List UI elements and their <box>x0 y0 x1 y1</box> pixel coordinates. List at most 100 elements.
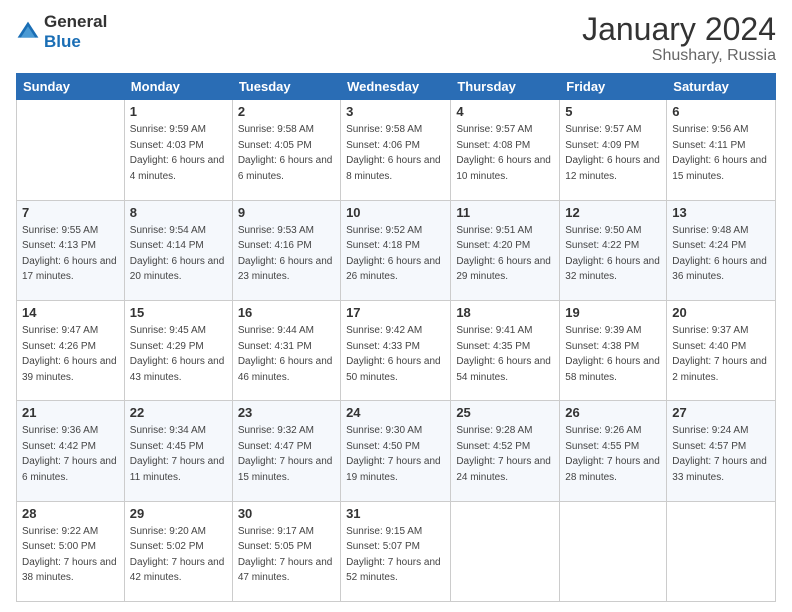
day-info: Sunrise: 9:32 AMSunset: 4:47 PMDaylight:… <box>238 425 333 483</box>
col-header-sunday: Sunday <box>17 74 125 100</box>
page: General Blue January 2024 Shushary, Russ… <box>0 0 792 612</box>
calendar-cell: 27 Sunrise: 9:24 AMSunset: 4:57 PMDayligh… <box>667 401 776 501</box>
calendar-cell <box>560 501 667 601</box>
day-number: 24 <box>346 404 445 422</box>
day-info: Sunrise: 9:58 AMSunset: 4:06 PMDaylight:… <box>346 124 441 182</box>
calendar-cell: 11 Sunrise: 9:51 AMSunset: 4:20 PMDayligh… <box>451 200 560 300</box>
day-number: 21 <box>22 404 119 422</box>
day-info: Sunrise: 9:57 AMSunset: 4:09 PMDaylight:… <box>565 124 660 182</box>
day-info: Sunrise: 9:41 AMSunset: 4:35 PMDaylight:… <box>456 325 551 383</box>
day-info: Sunrise: 9:51 AMSunset: 4:20 PMDaylight:… <box>456 225 551 283</box>
calendar-cell: 4Sunrise: 9:57 AMSunset: 4:08 PMDaylight… <box>451 100 560 200</box>
title-section: January 2024 Shushary, Russia <box>582 12 776 65</box>
calendar-cell: 3 Sunrise: 9:58 AMSunset: 4:06 PMDaylight… <box>341 100 451 200</box>
day-number: 27 <box>672 404 770 422</box>
day-info: Sunrise: 9:20 AMSunset: 5:02 PMDaylight:… <box>130 526 225 584</box>
calendar-cell <box>451 501 560 601</box>
calendar-cell: 1Sunrise: 9:59 AMSunset: 4:03 PMDaylight… <box>124 100 232 200</box>
calendar-cell: 6Sunrise: 9:56 AMSunset: 4:11 PMDaylight… <box>667 100 776 200</box>
day-number: 16 <box>238 304 335 322</box>
logo: General Blue <box>16 12 107 51</box>
day-number: 22 <box>130 404 227 422</box>
day-number: 8 <box>130 204 227 222</box>
day-number: 15 <box>130 304 227 322</box>
calendar-cell: 2 Sunrise: 9:58 AMSunset: 4:05 PMDaylight… <box>232 100 340 200</box>
day-info: Sunrise: 9:26 AMSunset: 4:55 PMDaylight:… <box>565 425 660 483</box>
calendar-cell: 20 Sunrise: 9:37 AMSunset: 4:40 PMDayligh… <box>667 300 776 400</box>
calendar-cell: 31 Sunrise: 9:15 AMSunset: 5:07 PMDayligh… <box>341 501 451 601</box>
calendar-cell: 7 Sunrise: 9:55 AMSunset: 4:13 PMDaylight… <box>17 200 125 300</box>
calendar-cell: 16Sunrise: 9:44 AMSunset: 4:31 PMDayligh… <box>232 300 340 400</box>
week-row-4: 21Sunrise: 9:36 AMSunset: 4:42 PMDayligh… <box>17 401 776 501</box>
calendar-cell: 22 Sunrise: 9:34 AMSunset: 4:45 PMDayligh… <box>124 401 232 501</box>
day-number: 12 <box>565 204 661 222</box>
day-info: Sunrise: 9:55 AMSunset: 4:13 PMDaylight:… <box>22 225 117 283</box>
day-info: Sunrise: 9:48 AMSunset: 4:24 PMDaylight:… <box>672 225 767 283</box>
day-number: 19 <box>565 304 661 322</box>
col-header-wednesday: Wednesday <box>341 74 451 100</box>
calendar-cell <box>17 100 125 200</box>
calendar-cell: 24Sunrise: 9:30 AMSunset: 4:50 PMDayligh… <box>341 401 451 501</box>
day-number: 14 <box>22 304 119 322</box>
calendar-cell: 23 Sunrise: 9:32 AMSunset: 4:47 PMDayligh… <box>232 401 340 501</box>
calendar-table: SundayMondayTuesdayWednesdayThursdayFrid… <box>16 73 776 602</box>
logo-general: General <box>44 12 107 32</box>
day-info: Sunrise: 9:47 AMSunset: 4:26 PMDaylight:… <box>22 325 117 383</box>
day-info: Sunrise: 9:57 AMSunset: 4:08 PMDaylight:… <box>456 124 551 182</box>
calendar-cell: 12 Sunrise: 9:50 AMSunset: 4:22 PMDayligh… <box>560 200 667 300</box>
calendar-cell: 25Sunrise: 9:28 AMSunset: 4:52 PMDayligh… <box>451 401 560 501</box>
calendar-cell: 18Sunrise: 9:41 AMSunset: 4:35 PMDayligh… <box>451 300 560 400</box>
day-number: 11 <box>456 204 554 222</box>
col-header-monday: Monday <box>124 74 232 100</box>
calendar-cell: 26 Sunrise: 9:26 AMSunset: 4:55 PMDayligh… <box>560 401 667 501</box>
day-number: 23 <box>238 404 335 422</box>
subtitle: Shushary, Russia <box>582 47 776 65</box>
col-header-friday: Friday <box>560 74 667 100</box>
calendar-cell: 15 Sunrise: 9:45 AMSunset: 4:29 PMDayligh… <box>124 300 232 400</box>
day-info: Sunrise: 9:15 AMSunset: 5:07 PMDaylight:… <box>346 526 441 584</box>
week-row-5: 28 Sunrise: 9:22 AMSunset: 5:00 PMDayligh… <box>17 501 776 601</box>
day-info: Sunrise: 9:58 AMSunset: 4:05 PMDaylight:… <box>238 124 333 182</box>
col-header-tuesday: Tuesday <box>232 74 340 100</box>
day-number: 28 <box>22 505 119 523</box>
calendar-cell: 13 Sunrise: 9:48 AMSunset: 4:24 PMDayligh… <box>667 200 776 300</box>
day-number: 31 <box>346 505 445 523</box>
day-info: Sunrise: 9:42 AMSunset: 4:33 PMDaylight:… <box>346 325 441 383</box>
calendar-cell: 29 Sunrise: 9:20 AMSunset: 5:02 PMDayligh… <box>124 501 232 601</box>
day-number: 30 <box>238 505 335 523</box>
day-info: Sunrise: 9:56 AMSunset: 4:11 PMDaylight:… <box>672 124 767 182</box>
day-info: Sunrise: 9:50 AMSunset: 4:22 PMDaylight:… <box>565 225 660 283</box>
day-number: 3 <box>346 103 445 121</box>
day-info: Sunrise: 9:52 AMSunset: 4:18 PMDaylight:… <box>346 225 441 283</box>
day-number: 26 <box>565 404 661 422</box>
day-number: 13 <box>672 204 770 222</box>
header-row: SundayMondayTuesdayWednesdayThursdayFrid… <box>17 74 776 100</box>
logo-blue: Blue <box>44 32 107 52</box>
day-number: 29 <box>130 505 227 523</box>
header: General Blue January 2024 Shushary, Russ… <box>16 12 776 65</box>
day-number: 5 <box>565 103 661 121</box>
day-number: 2 <box>238 103 335 121</box>
calendar-cell: 8 Sunrise: 9:54 AMSunset: 4:14 PMDaylight… <box>124 200 232 300</box>
day-info: Sunrise: 9:34 AMSunset: 4:45 PMDaylight:… <box>130 425 225 483</box>
day-info: Sunrise: 9:59 AMSunset: 4:03 PMDaylight:… <box>130 124 225 182</box>
day-number: 20 <box>672 304 770 322</box>
calendar-cell <box>667 501 776 601</box>
calendar-cell: 30Sunrise: 9:17 AMSunset: 5:05 PMDayligh… <box>232 501 340 601</box>
calendar-cell: 21Sunrise: 9:36 AMSunset: 4:42 PMDayligh… <box>17 401 125 501</box>
calendar-cell: 10Sunrise: 9:52 AMSunset: 4:18 PMDayligh… <box>341 200 451 300</box>
day-info: Sunrise: 9:45 AMSunset: 4:29 PMDaylight:… <box>130 325 225 383</box>
calendar-cell: 19Sunrise: 9:39 AMSunset: 4:38 PMDayligh… <box>560 300 667 400</box>
day-info: Sunrise: 9:54 AMSunset: 4:14 PMDaylight:… <box>130 225 225 283</box>
day-number: 7 <box>22 204 119 222</box>
day-info: Sunrise: 9:53 AMSunset: 4:16 PMDaylight:… <box>238 225 333 283</box>
logo-icon <box>16 20 40 44</box>
logo-text: General Blue <box>44 12 107 51</box>
day-info: Sunrise: 9:37 AMSunset: 4:40 PMDaylight:… <box>672 325 767 383</box>
week-row-3: 14 Sunrise: 9:47 AMSunset: 4:26 PMDayligh… <box>17 300 776 400</box>
day-info: Sunrise: 9:24 AMSunset: 4:57 PMDaylight:… <box>672 425 767 483</box>
day-number: 9 <box>238 204 335 222</box>
day-info: Sunrise: 9:22 AMSunset: 5:00 PMDaylight:… <box>22 526 117 584</box>
week-row-2: 7 Sunrise: 9:55 AMSunset: 4:13 PMDaylight… <box>17 200 776 300</box>
main-title: January 2024 <box>582 12 776 47</box>
